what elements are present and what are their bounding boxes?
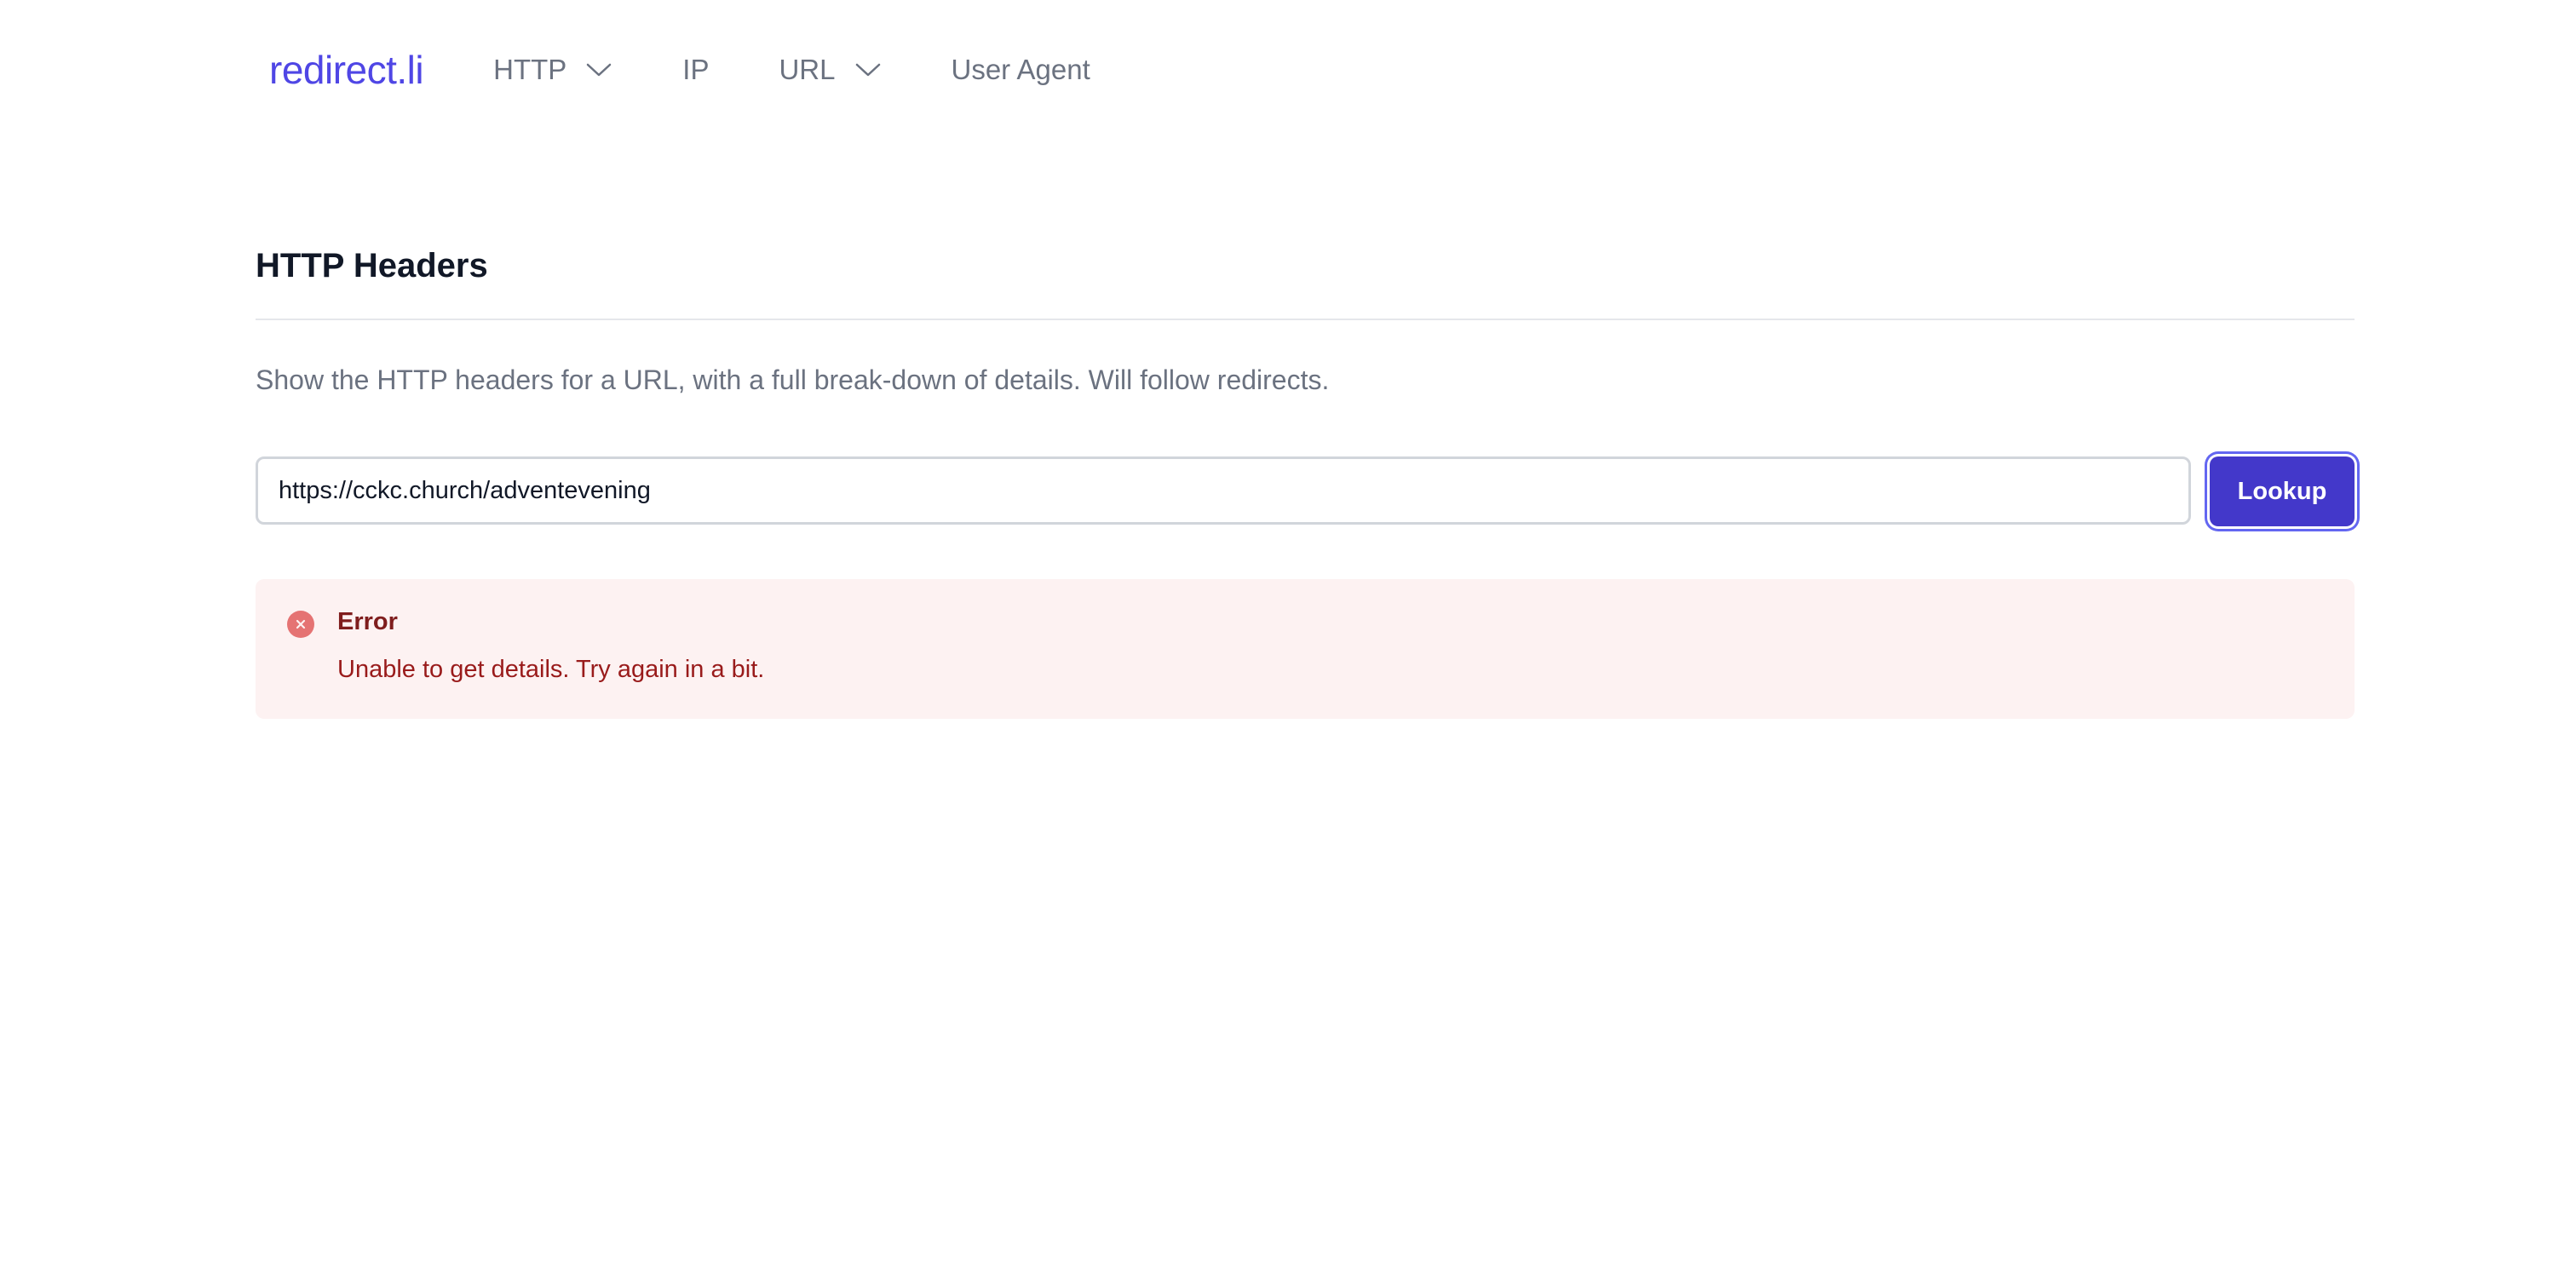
nav-item-label: IP xyxy=(682,54,710,85)
nav-item-user-agent[interactable]: User Agent xyxy=(952,54,1090,86)
alert-title: Error xyxy=(337,608,398,635)
nav-item-label: URL xyxy=(779,54,836,85)
x-circle-icon xyxy=(287,611,314,638)
chevron-down-icon xyxy=(855,63,880,77)
url-input[interactable] xyxy=(256,456,2191,525)
title-divider xyxy=(256,319,2355,320)
nav-item-label: User Agent xyxy=(951,54,1090,85)
alert-message: Unable to get details. Try again in a bi… xyxy=(337,656,765,683)
page-title: HTTP Headers xyxy=(256,247,488,284)
nav-item-http[interactable]: HTTP xyxy=(493,54,612,86)
nav-item-label: HTTP xyxy=(493,54,567,85)
lookup-button[interactable]: Lookup xyxy=(2210,456,2355,526)
nav-item-ip[interactable]: IP xyxy=(682,54,709,86)
error-alert: Error Unable to get details. Try again i… xyxy=(256,579,2355,719)
page-description: Show the HTTP headers for a URL, with a … xyxy=(256,365,1330,395)
chevron-down-icon xyxy=(587,63,612,77)
top-navigation: redirect.li HTTP IP URL User Agent xyxy=(269,34,1090,106)
site-logo[interactable]: redirect.li xyxy=(269,47,424,93)
lookup-form: Lookup xyxy=(256,456,2355,526)
nav-item-url[interactable]: URL xyxy=(779,54,881,86)
